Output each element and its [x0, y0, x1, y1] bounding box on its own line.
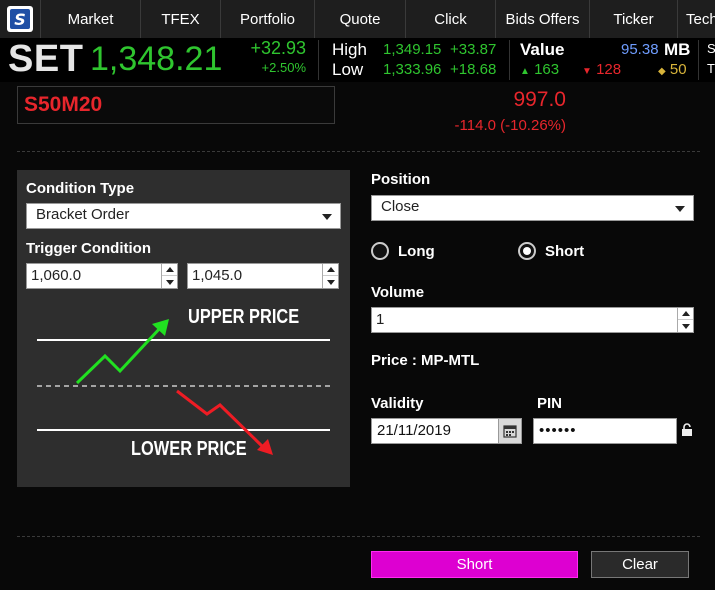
index-name: SET	[8, 38, 84, 80]
symbol-input[interactable]: S50M20	[17, 86, 335, 124]
down-arrow-icon: ▼	[582, 66, 592, 77]
side-long-radio[interactable]: Long	[371, 242, 435, 260]
price-type-text: Price : MP-MTL	[371, 352, 480, 369]
volume-input[interactable]: 1	[371, 307, 694, 333]
up-count: 163	[534, 61, 560, 78]
pin-input[interactable]: ••••••	[533, 418, 677, 444]
volume-stepper[interactable]	[677, 308, 693, 332]
high-label: High	[332, 40, 367, 59]
clear-button[interactable]: Clear	[591, 551, 689, 578]
condition-type-select[interactable]: Bracket Order	[26, 203, 341, 229]
stepper-down-icon[interactable]	[678, 320, 693, 332]
validity-label: Validity	[371, 395, 424, 412]
value-unit: MB	[664, 40, 691, 59]
price-change: -114.0 (-10.26%)	[454, 117, 566, 134]
side-long-label: Long	[398, 242, 435, 260]
nav-click[interactable]: Click	[405, 0, 495, 38]
dropdown-arrow-icon	[675, 206, 685, 212]
lower-price-diagram-label: LOWER PRICE	[131, 438, 247, 460]
divider	[17, 151, 700, 152]
unlock-icon[interactable]	[681, 423, 693, 437]
volume-label: Volume	[371, 284, 425, 301]
nav-tech[interactable]: Tech	[677, 0, 715, 38]
submit-short-button[interactable]: Short	[371, 551, 578, 578]
side-short-radio[interactable]: Short	[518, 242, 584, 260]
high-change: +33.87	[450, 41, 497, 58]
nav-portfolio[interactable]: Portfolio	[220, 0, 314, 38]
calendar-glyph	[503, 425, 517, 438]
nav-quote[interactable]: Quote	[314, 0, 405, 38]
edge-letter-top: S	[707, 41, 715, 56]
index-change-pct: +2.50%	[261, 60, 306, 75]
index-change: +32.93	[250, 38, 306, 58]
unchanged-diamond-icon: ◆	[658, 66, 666, 77]
index-value: 1,348.21	[90, 40, 223, 78]
nav-market[interactable]: Market	[40, 0, 140, 38]
divider	[17, 536, 700, 537]
stepper-down-icon[interactable]	[162, 276, 177, 288]
calendar-icon[interactable]	[498, 418, 522, 444]
position-value: Close	[381, 198, 420, 215]
lower-trigger-input[interactable]: 1,045.0	[187, 263, 339, 289]
down-arrowhead-icon	[257, 439, 273, 455]
top-nav: S Market TFEX Portfolio Quote Click Bids…	[0, 0, 715, 38]
decline-count: ▼ 128	[582, 61, 621, 78]
lower-trigger-stepper[interactable]	[322, 264, 338, 288]
bracket-diagram: UPPER PRICE LOWER PRICE	[17, 288, 350, 478]
unchanged-count: ◆ 50	[658, 61, 687, 78]
volume-value: 1	[376, 311, 385, 328]
trigger-condition-label: Trigger Condition	[26, 240, 151, 257]
upper-price-diagram-label: UPPER PRICE	[188, 306, 300, 328]
up-arrow-icon: ▲	[520, 66, 530, 77]
stepper-down-icon[interactable]	[323, 276, 338, 288]
nav-ticker[interactable]: Ticker	[589, 0, 677, 38]
up-trend-arrow-icon	[75, 324, 164, 385]
high-value: 1,349.15	[383, 41, 442, 58]
upper-trigger-value: 1,060.0	[31, 267, 82, 284]
nav-tfex[interactable]: TFEX	[140, 0, 220, 38]
stepper-up-icon[interactable]	[162, 264, 177, 276]
app-logo[interactable]: S	[0, 0, 40, 38]
last-price: 997.0	[513, 88, 566, 111]
dropdown-arrow-icon	[322, 214, 332, 220]
logo-icon: S	[7, 6, 33, 32]
position-select[interactable]: Close	[371, 195, 694, 221]
value-label: Value	[520, 40, 565, 59]
validity-date-input[interactable]: 21/11/2019	[371, 418, 499, 444]
condition-panel: Condition Type Bracket Order Trigger Con…	[17, 170, 350, 487]
unchanged-value: 50	[669, 61, 687, 78]
stepper-up-icon[interactable]	[678, 308, 693, 320]
low-value: 1,333.96	[383, 61, 442, 78]
side-short-label: Short	[545, 242, 585, 260]
stepper-up-icon[interactable]	[323, 264, 338, 276]
condition-type-label: Condition Type	[26, 180, 135, 197]
position-label: Position	[371, 171, 431, 188]
nav-bids-offers[interactable]: Bids Offers	[495, 0, 589, 38]
low-change: +18.68	[450, 61, 497, 78]
pin-label: PIN	[537, 395, 563, 412]
upper-trigger-input[interactable]: 1,060.0	[26, 263, 178, 289]
down-count: 128	[596, 61, 622, 78]
lower-trigger-value: 1,045.0	[192, 267, 243, 284]
upper-trigger-stepper[interactable]	[161, 264, 177, 288]
index-ticker: SET 1,348.21 +32.93 +2.50% High 1,349.15…	[0, 38, 715, 82]
radio-unchecked-icon	[371, 242, 389, 260]
low-label: Low	[332, 60, 364, 79]
value-amount: 95.38	[621, 41, 659, 58]
condition-type-value: Bracket Order	[36, 206, 130, 223]
edge-letter-bottom: T	[707, 61, 715, 76]
radio-checked-icon	[518, 242, 536, 260]
advance-count: ▲ 163	[520, 61, 559, 78]
